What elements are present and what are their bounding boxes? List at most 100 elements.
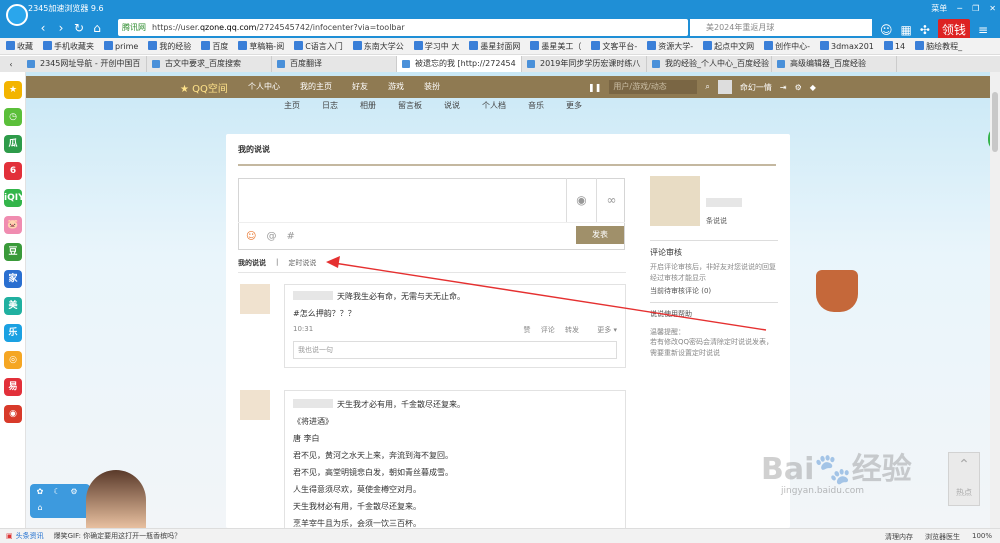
back-icon[interactable]: ‹ [34,21,52,35]
netease-icon[interactable]: 易 [4,378,22,396]
grid-icon[interactable]: ▦ [901,23,912,37]
forward-icon[interactable]: › [52,21,70,35]
mention-icon[interactable]: @ [266,231,276,242]
browser-tab-active[interactable]: 被遗忘的我 [http://272454 [397,56,522,72]
bookmark-item[interactable]: 墨星封面网 [469,40,520,52]
browser-doctor[interactable]: 浏览器医生 [925,532,960,542]
nav-friends[interactable]: 好友 [352,81,368,92]
weibo-icon[interactable]: ◉ [4,405,22,423]
share-button[interactable]: 转发 [565,326,579,334]
nav-personal-center[interactable]: 个人中心 [248,81,280,92]
pig-icon[interactable]: 🐷 [4,216,22,234]
browser-tab[interactable]: 2019年同步学历宏课时练八 [522,56,647,72]
subnav-music[interactable]: 音乐 [528,100,544,111]
subnav-home[interactable]: 主页 [284,100,300,111]
bookmark-item[interactable]: 起点中文网 [703,40,754,52]
camera-icon[interactable]: ◉ [566,178,596,222]
iqiyi-icon[interactable]: iQIY [4,189,25,207]
user-avatar[interactable] [717,80,732,94]
bookmark-item[interactable]: 手机收藏夹 [43,40,94,52]
earn-money-button[interactable]: 领钱 [937,19,970,40]
app-icon-six[interactable]: 6 [4,162,22,180]
emoji-icon[interactable]: ☺ [246,231,256,242]
bookmark-item[interactable]: prime [104,41,138,51]
history-icon[interactable]: ◷ [4,108,22,126]
close-button[interactable]: ✕ [989,4,996,13]
bookmark-item[interactable]: C语言入门 [294,40,343,52]
reply-input[interactable]: 我也说一句 [293,341,617,359]
tab-back-icon[interactable]: ‹ [0,60,22,69]
more-button[interactable]: 更多 ▾ [589,326,617,334]
subnav-album[interactable]: 相册 [360,100,376,111]
clover-icon[interactable]: ✣ [920,23,930,37]
nav-games[interactable]: 游戏 [388,81,404,92]
menu-button[interactable]: 菜单 [931,3,947,14]
browser-tab[interactable]: 百度翻译 [272,56,397,72]
minimize-button[interactable]: ─ [957,4,962,13]
favorites-icon[interactable]: ★ [4,81,22,99]
home-icon[interactable]: ⌂ [88,21,106,35]
user-name[interactable]: 命幻一情 [740,82,772,93]
bookmark-item[interactable]: 资源大学- [647,40,693,52]
bookmark-item[interactable]: 草稿箱-阅 [238,40,284,52]
bookmark-item[interactable]: 百度 [201,40,228,52]
hashtag-icon[interactable]: # [286,231,294,242]
user-icon[interactable]: ☺ [880,23,893,37]
subnav-blog[interactable]: 日志 [322,100,338,111]
logout-icon[interactable]: ⇥ [780,83,787,92]
link-icon[interactable]: ∞ [596,178,626,222]
publish-button[interactable]: 发表 [576,226,624,244]
home-icon[interactable]: ⌂ [33,503,47,515]
bookmark-item[interactable]: 东南大学公 [352,40,404,52]
qzone-search-input[interactable]: 用户/游戏/动态 [609,80,698,94]
post-avatar[interactable] [240,284,270,314]
qzone-logo[interactable]: ★ QQ空间 [180,80,228,95]
browser-tab[interactable]: 高级编辑器_百度经验 [772,56,897,72]
hot-button[interactable]: ⌃ 热点 [948,452,980,506]
bookmark-item[interactable]: 学习中 大 [413,40,459,52]
moon-icon[interactable]: ☾ [50,487,64,499]
page-scrollbar[interactable] [990,72,1000,528]
bookmark-item[interactable]: 墨星美工（ [530,40,581,52]
like-button[interactable]: 赞 [524,326,531,334]
pause-icon[interactable]: ❚❚ [588,83,601,92]
nav-my-homepage[interactable]: 我的主页 [300,81,332,92]
nav-decorate[interactable]: 装扮 [424,81,440,92]
bookmark-item[interactable]: 我的经验 [148,40,191,52]
subnav-profile[interactable]: 个人档 [482,100,506,111]
game-icon[interactable]: ◎ [4,351,22,369]
bookmark-item[interactable]: 文客平台- [591,40,637,52]
gear-icon[interactable]: ⚙ [67,487,81,499]
tab-timed-shuoshuo[interactable]: 定时说说 [288,258,316,268]
browser-tab[interactable]: 2345网址导航 - 开创中国百 [22,56,147,72]
address-bar[interactable]: 腾讯网 https://user. qzone.qq.com/2724545742… [118,19,688,36]
settings-icon[interactable]: ⚙ [795,83,802,92]
restore-button[interactable]: ❐ [972,4,979,13]
bookmark-item[interactable]: 脑绘教程_ [915,40,962,52]
news-label[interactable]: 头条资讯 [16,531,44,541]
subnav-messageboard[interactable]: 留言板 [398,100,422,111]
post-avatar[interactable] [240,390,270,420]
qzone-search-icon[interactable]: ⌕ [705,82,709,92]
profile-avatar[interactable] [650,176,700,226]
bookmark-item[interactable]: 收藏 [6,40,33,52]
review-pending-link[interactable]: 当前待审核评论 (0) [650,286,778,296]
tab-my-shuoshuo[interactable]: 我的说说 [238,258,266,268]
bookmark-item[interactable]: 创作中心- [764,40,810,52]
zoom-level[interactable]: 100% [972,532,992,542]
comment-button[interactable]: 评论 [541,326,555,334]
home-app-icon[interactable]: 家 [4,270,22,288]
clean-memory[interactable]: 清理内存 [885,532,913,542]
help-link[interactable]: 说说使用帮助 [650,309,778,319]
douban-icon[interactable]: 豆 [4,243,22,261]
author-name[interactable] [293,291,333,300]
more-icon[interactable]: ≡ [978,23,988,37]
browser-tab[interactable]: 我的经验_个人中心_百度经验 [647,56,772,72]
subnav-more[interactable]: 更多 [566,100,582,111]
vip-icon[interactable]: ◆ [810,83,816,92]
meituan-icon[interactable]: 美 [4,297,22,315]
news-headline[interactable]: 爆笑GIF: 你确定要用这打开一瓶香槟吗？ [54,531,182,541]
bookmark-item[interactable]: 3dmax201 [820,41,874,51]
app-icon-gua[interactable]: 瓜 [4,135,22,153]
flower-icon[interactable]: ✿ [33,487,47,499]
